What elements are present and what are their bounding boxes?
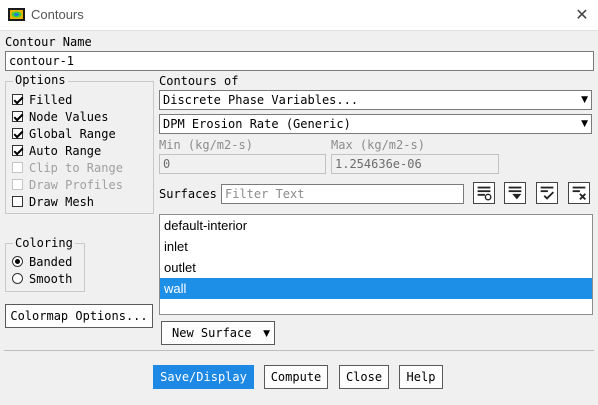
radio-button[interactable] — [12, 273, 23, 284]
footer-divider — [4, 350, 594, 351]
checkbox — [12, 162, 23, 173]
deselect-all-icon[interactable] — [504, 182, 526, 204]
colormap-options-button[interactable]: Colormap Options... — [5, 304, 153, 328]
list-item[interactable]: default-interior — [160, 215, 592, 236]
close-icon[interactable]: ✕ — [572, 5, 592, 25]
contour-name-input[interactable]: contour-1 — [5, 51, 594, 71]
max-field: 1.254636e-06 — [331, 154, 499, 174]
list-item[interactable]: outlet — [160, 257, 592, 278]
new-surface-button[interactable]: New Surface ▼ — [161, 321, 275, 345]
option-auto-range[interactable]: Auto Range — [12, 142, 123, 159]
list-item[interactable]: inlet — [160, 236, 592, 257]
checkbox[interactable] — [12, 111, 23, 122]
option-draw-profiles: Draw Profiles — [12, 176, 123, 193]
option-label: Global Range — [29, 126, 116, 141]
surfaces-filter-input[interactable]: Filter Text — [221, 184, 464, 204]
check-all-icon[interactable] — [536, 182, 558, 204]
radio-button[interactable] — [12, 256, 23, 267]
coloring-options: Banded Smooth — [12, 253, 72, 287]
min-field: 0 — [159, 154, 326, 174]
contours-variable-value: DPM Erosion Rate (Generic) — [163, 117, 351, 131]
option-label: Filled — [29, 92, 73, 107]
surfaces-label: Surfaces — [159, 187, 217, 201]
dropdown-arrow-icon: ▼ — [581, 119, 588, 129]
select-all-icon[interactable] — [473, 182, 495, 204]
save-display-button[interactable]: Save/Display — [153, 365, 254, 389]
compute-button[interactable]: Compute — [264, 365, 328, 389]
min-label: Min (kg/m2-s) — [159, 138, 253, 152]
option-filled[interactable]: Filled — [12, 91, 123, 108]
contours-category-select[interactable]: Discrete Phase Variables... ▼ — [159, 90, 592, 110]
clear-all-icon[interactable] — [568, 182, 590, 204]
list-item[interactable]: wall — [160, 278, 592, 299]
close-button[interactable]: Close — [339, 365, 389, 389]
option-node-values[interactable]: Node Values — [12, 108, 123, 125]
option-label: Draw Mesh — [29, 194, 95, 209]
option-label: Auto Range — [29, 143, 102, 158]
option-global-range[interactable]: Global Range — [12, 125, 123, 142]
checkbox[interactable] — [12, 196, 23, 207]
checkbox[interactable] — [12, 128, 23, 139]
coloring-title: Coloring — [13, 236, 75, 250]
coloring-label: Banded — [29, 254, 73, 269]
options-title: Options — [13, 73, 68, 87]
coloring-smooth[interactable]: Smooth — [12, 270, 72, 287]
checkbox — [12, 179, 23, 190]
contour-app-icon — [8, 8, 25, 21]
dropdown-arrow-icon: ▼ — [263, 329, 270, 339]
surfaces-list: default-interior inlet outlet wall — [159, 214, 593, 315]
help-button[interactable]: Help — [399, 365, 443, 389]
option-draw-mesh[interactable]: Draw Mesh — [12, 193, 123, 210]
coloring-banded[interactable]: Banded — [12, 253, 72, 270]
checkbox[interactable] — [12, 145, 23, 156]
dropdown-arrow-icon: ▼ — [581, 95, 588, 105]
checkbox[interactable] — [12, 94, 23, 105]
window-title: Contours — [31, 7, 84, 22]
coloring-label: Smooth — [29, 271, 73, 286]
options-list: Filled Node Values Global Range Auto Range C… — [12, 91, 123, 210]
option-label: Node Values — [29, 109, 109, 124]
option-label: Clip to Range — [29, 160, 123, 175]
option-clip-to-range: Clip to Range — [12, 159, 123, 176]
max-label: Max (kg/m2-s) — [331, 138, 425, 152]
contour-name-label: Contour Name — [5, 35, 92, 49]
new-surface-label: New Surface — [172, 326, 252, 340]
contours-category-value: Discrete Phase Variables... — [163, 93, 359, 107]
contours-variable-select[interactable]: DPM Erosion Rate (Generic) ▼ — [159, 114, 592, 134]
contours-of-label: Contours of — [159, 74, 239, 88]
option-label: Draw Profiles — [29, 177, 123, 192]
title-bar: Contours ✕ — [0, 0, 598, 31]
